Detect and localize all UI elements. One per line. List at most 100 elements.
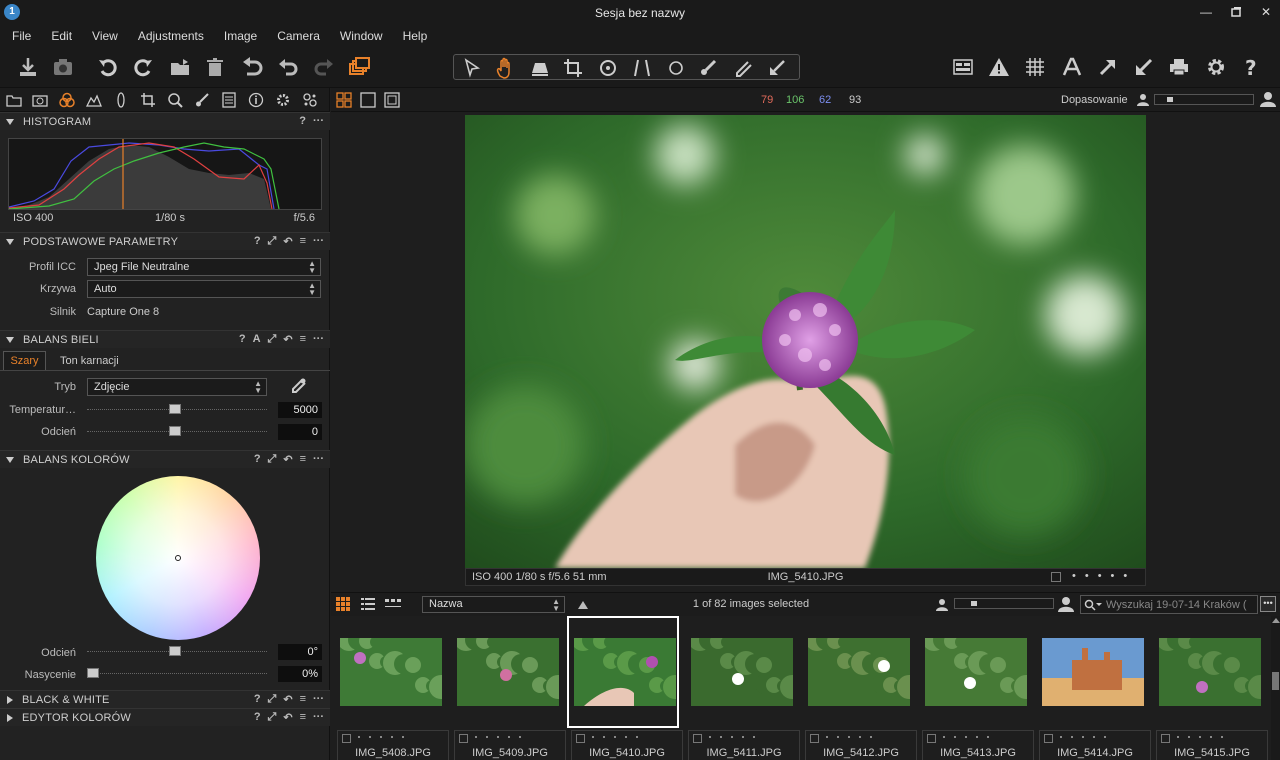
color-balance-header[interactable]: BALANS KOLORÓW ? ⤢ ↶ ≡ ··· [0, 450, 330, 468]
presets-icon[interactable]: ≡ [300, 453, 306, 466]
reset-tool-icon[interactable]: ↶ [283, 693, 292, 706]
export-arrow-icon[interactable] [1095, 54, 1121, 80]
adjustments-tab-icon[interactable] [220, 92, 238, 108]
temperature-slider[interactable] [87, 403, 267, 417]
help-icon[interactable]: ? [239, 333, 246, 346]
composition-tab-icon[interactable] [139, 92, 157, 108]
help-icon[interactable]: ? [299, 115, 306, 127]
wb-picker-icon[interactable] [286, 376, 308, 398]
white-balance-header[interactable]: BALANS BIELI ? A ⤢ ↶ ≡ ··· [0, 330, 330, 348]
camera-capture-icon[interactable] [50, 54, 76, 80]
more-icon[interactable]: ··· [313, 235, 324, 248]
thumbnail-image[interactable] [457, 638, 559, 706]
saturation-slider[interactable] [87, 667, 267, 681]
more-icon[interactable]: ··· [313, 711, 324, 724]
thumbnail-rating-dots[interactable] [1177, 736, 1223, 738]
layout-icon[interactable] [950, 54, 976, 80]
move-to-folder-icon[interactable] [167, 54, 193, 80]
print-icon[interactable] [1166, 54, 1192, 80]
close-icon[interactable]: ✕ [1258, 4, 1274, 20]
rotate-right-icon[interactable] [130, 54, 156, 80]
menu-edit[interactable]: Edit [45, 29, 80, 43]
keystone-icon[interactable] [629, 55, 655, 81]
thumbnail-image[interactable] [691, 638, 793, 706]
thumbnail-image[interactable] [925, 638, 1027, 706]
mode-select[interactable]: Zdjęcie ▲ ▼ [87, 378, 267, 396]
more-icon[interactable]: ··· [313, 453, 324, 466]
expand-icon[interactable]: ⤢ [268, 693, 277, 706]
details-tab-icon[interactable] [166, 92, 184, 108]
color-tab-icon[interactable] [58, 92, 76, 108]
list-view-icon[interactable] [361, 597, 375, 611]
reset-tool-icon[interactable]: ↶ [283, 235, 292, 248]
exposure-tab-icon[interactable] [85, 92, 103, 108]
tab-skin-tone[interactable]: Ton karnacji [60, 355, 119, 367]
auto-icon[interactable]: A [253, 333, 261, 346]
thumbnail-size-slider[interactable] [954, 598, 1054, 609]
search-options-icon[interactable]: ••• [1260, 596, 1276, 612]
thumbnail-2[interactable]: IMG_5409.JPG [452, 616, 566, 760]
more-icon[interactable]: ··· [313, 115, 324, 127]
curve-select[interactable]: Auto ▲ ▼ [87, 280, 321, 298]
help-icon[interactable]: ? [254, 711, 261, 724]
thumbnail-7[interactable]: IMG_5414.JPG [1037, 616, 1151, 760]
thumbnail-checkbox[interactable] [927, 734, 936, 743]
library-tab-icon[interactable] [5, 92, 23, 108]
thumbnail-rating-dots[interactable] [943, 736, 989, 738]
thumbnail-grid-icon[interactable] [336, 597, 350, 611]
grid-view-icon[interactable] [336, 92, 352, 108]
metadata-tab-icon[interactable] [247, 92, 265, 108]
hue-slider-knob[interactable] [169, 646, 181, 656]
menu-file[interactable]: File [6, 29, 39, 43]
fit-label[interactable]: Dopasowanie [1061, 94, 1128, 106]
menu-adjustments[interactable]: Adjustments [132, 29, 212, 43]
thumbnail-checkbox[interactable] [1161, 734, 1170, 743]
exposure-warning-icon[interactable] [986, 54, 1012, 80]
menu-image[interactable]: Image [218, 29, 265, 43]
thumbnail-rating-dots[interactable] [592, 736, 638, 738]
search-input[interactable]: Wyszukaj 19-07-14 Kraków ( [1080, 595, 1258, 614]
thumbnail-5[interactable]: IMG_5412.JPG [803, 616, 917, 760]
expand-icon[interactable]: ⤢ [268, 333, 277, 346]
color-wheel-handle[interactable] [175, 555, 181, 561]
help-icon[interactable]: ? [254, 235, 261, 248]
thumbnail-checkbox[interactable] [459, 734, 468, 743]
color-picker-icon[interactable] [729, 55, 755, 81]
minimize-icon[interactable]: — [1198, 4, 1214, 20]
expand-icon[interactable]: ⤢ [268, 235, 277, 248]
menu-view[interactable]: View [86, 29, 126, 43]
viewer-select-checkbox[interactable] [1051, 572, 1061, 582]
viewer-rating-dots[interactable]: ••••• [1072, 570, 1136, 582]
reset-tool-icon[interactable]: ↶ [283, 453, 292, 466]
presets-icon[interactable]: ≡ [300, 693, 306, 706]
variants-stack-icon[interactable] [346, 54, 372, 80]
tint-slider[interactable] [87, 425, 267, 439]
pan-hand-icon[interactable] [492, 55, 518, 81]
hue-slider[interactable] [87, 645, 267, 659]
help-icon[interactable]: ? [1238, 54, 1264, 80]
help-icon[interactable]: ? [254, 693, 261, 706]
thumbnail-6[interactable]: IMG_5413.JPG [920, 616, 1034, 760]
saturation-slider-knob[interactable] [87, 668, 99, 678]
thumbnail-rating-dots[interactable] [709, 736, 755, 738]
main-photo[interactable] [465, 115, 1146, 568]
thumbnail-rating-dots[interactable] [358, 736, 404, 738]
expand-icon[interactable]: ⤢ [268, 453, 277, 466]
histogram-header[interactable]: HISTOGRAM ? ··· [0, 112, 330, 130]
thumbnail-image[interactable] [574, 638, 676, 706]
help-icon[interactable]: ? [254, 453, 261, 466]
copy-apply-icon[interactable] [764, 55, 790, 81]
lens-tab-icon[interactable] [112, 92, 130, 108]
basic-params-header[interactable]: PODSTAWOWE PARAMETRY ? ⤢ ↶ ≡ ··· [0, 232, 330, 250]
color-editor-header[interactable]: EDYTOR KOLORÓW ? ⤢ ↶ ≡ ··· [0, 708, 330, 726]
presets-icon[interactable]: ≡ [300, 711, 306, 724]
thumbnail-4[interactable]: IMG_5411.JPG [686, 616, 800, 760]
presets-icon[interactable]: ≡ [300, 235, 306, 248]
thumbnail-3[interactable]: IMG_5410.JPG [567, 616, 683, 760]
thumbnail-image[interactable] [340, 638, 442, 706]
thumbnail-checkbox[interactable] [1044, 734, 1053, 743]
single-view-icon[interactable] [360, 92, 376, 108]
menu-window[interactable]: Window [334, 29, 391, 43]
brush-icon[interactable] [695, 55, 721, 81]
menu-help[interactable]: Help [397, 29, 436, 43]
